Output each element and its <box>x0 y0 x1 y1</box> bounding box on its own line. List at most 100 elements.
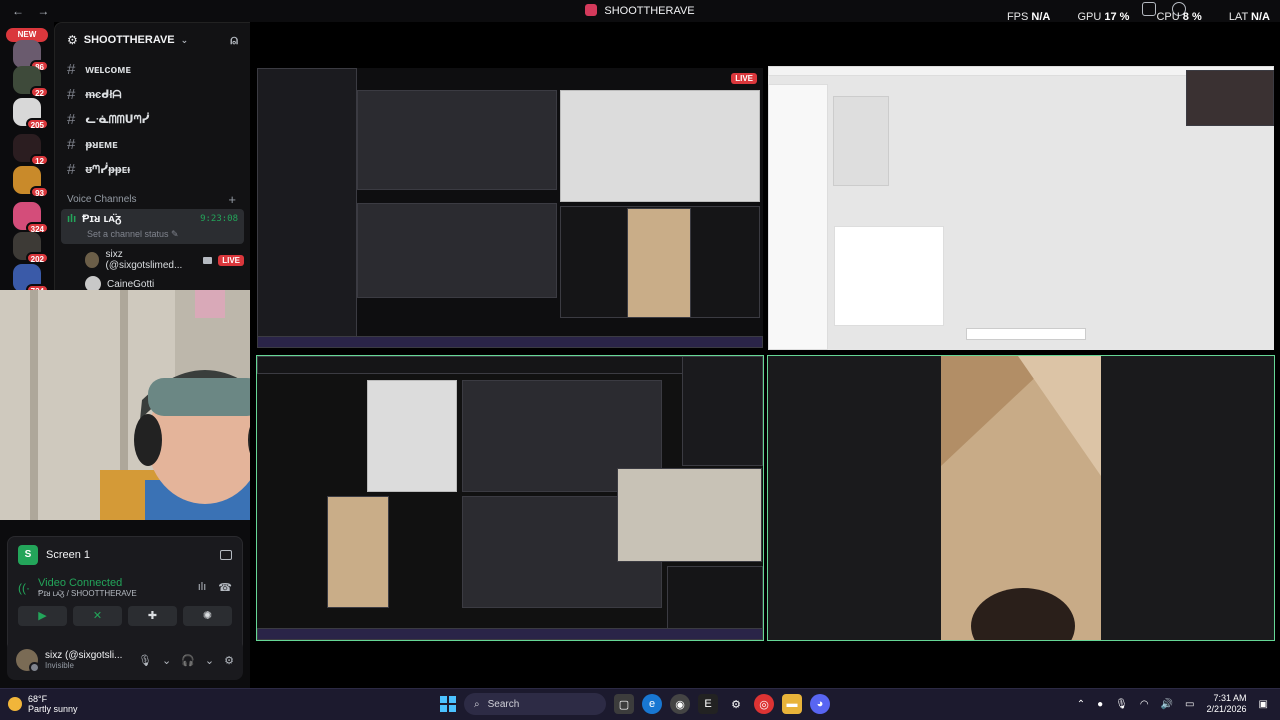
voice-buttons: ▶ ✕ ✚ ✺ <box>8 598 242 626</box>
wifi-icon[interactable]: ◠ <box>1140 699 1149 710</box>
nested-tile <box>327 496 389 608</box>
chevron-down-icon[interactable]: ⌄ <box>162 654 171 667</box>
chevron-down-icon[interactable]: ⌄ <box>205 654 214 667</box>
search-icon: ⌕ <box>474 698 480 710</box>
mention-badge: 93 <box>30 186 49 198</box>
noise-suppression-icon[interactable]: ılı <box>198 581 207 594</box>
add-channel-icon[interactable]: + <box>228 192 236 207</box>
server-icon[interactable]: 205 <box>13 98 49 130</box>
nested-tile <box>367 380 457 492</box>
nested-webcam <box>617 468 762 562</box>
task-view-icon[interactable]: ▢ <box>614 694 634 714</box>
server-icon[interactable]: 12 <box>13 134 49 166</box>
voice-panel: S Screen 1 ((· Video Connected Ᵽɪᴚ ʟᴀ̈ᵹ … <box>0 520 250 688</box>
channel-item[interactable]: # ᓚᓍᗰᗰᑌᘉᓰ <box>61 107 244 132</box>
clock-date: 2/21/2026 <box>1206 704 1247 714</box>
voice-connection: ((· Video Connected Ᵽɪᴚ ʟᴀ̈ᵹ / SHOOTTHER… <box>8 577 242 598</box>
volume-icon[interactable]: 🔊 <box>1161 699 1173 710</box>
voice-user[interactable]: sixz (@sixgotslimed... LIVE <box>85 249 244 271</box>
server-icon <box>585 4 598 16</box>
app-icon[interactable]: ◉ <box>670 694 690 714</box>
weather-temp: 68°F <box>28 694 48 704</box>
gear-icon[interactable]: ⚙ <box>224 654 234 667</box>
stream-tile[interactable] <box>256 355 764 641</box>
chevron-up-icon[interactable]: ⌃ <box>1077 699 1085 710</box>
server-header[interactable]: ⚙ SHOOTTHERAVE ⌄ ⍝ <box>55 23 250 57</box>
camera-icon <box>203 256 213 264</box>
channel-name: ᵽᴚᴇᴍᴇ <box>85 138 118 151</box>
camera-button[interactable]: ▶ <box>18 606 67 626</box>
stream-tile[interactable] <box>767 355 1275 641</box>
server-rail: NEW 86 22 205 12 93 324 202 724 <box>0 22 54 296</box>
weather-icon <box>8 697 22 711</box>
channel-name: ᓚᓍᗰᗰᑌᘉᓰ <box>85 113 150 126</box>
edge-icon[interactable]: e <box>642 694 662 714</box>
server-icon[interactable]: 724 <box>13 264 49 296</box>
settings-icon[interactable]: ⚙ <box>726 694 746 714</box>
channel-status-link[interactable]: Set a channel status ✎ <box>87 229 238 240</box>
start-button[interactable] <box>440 696 456 712</box>
server-icon[interactable]: 22 <box>13 66 49 98</box>
server-icon[interactable]: 86 <box>13 40 49 72</box>
server-icon[interactable]: 202 <box>13 232 49 264</box>
headphones-icon[interactable]: 🎧 <box>181 654 195 667</box>
nested-menu <box>834 226 944 326</box>
server-icon[interactable]: 324 <box>13 202 49 234</box>
voice-category-label: Voice Channels <box>67 194 137 205</box>
avatar[interactable] <box>16 649 40 673</box>
stream-tile[interactable] <box>768 66 1274 350</box>
nested-tile <box>357 203 557 298</box>
voice-user-name: CaineGotti <box>107 278 155 290</box>
stop-stream-icon[interactable] <box>220 550 232 560</box>
hash-icon: # <box>67 136 76 153</box>
search-placeholder: Search <box>487 698 520 710</box>
battery-icon[interactable]: ▭ <box>1185 699 1194 710</box>
screen-share-button[interactable]: ✕ <box>73 606 122 626</box>
mention-badge: 202 <box>25 252 49 264</box>
channel-item[interactable]: # ᴡᴇʟᴄᴏᴍᴇ <box>61 57 244 82</box>
file-explorer-icon[interactable]: ▬ <box>782 694 802 714</box>
discord-icon[interactable]: ◕ <box>810 694 830 714</box>
speaker-icon: ılı <box>67 213 77 225</box>
nested-tile <box>627 208 691 318</box>
voice-status[interactable]: Video Connected <box>38 577 137 589</box>
taskbar-apps: ⌕ Search ▢ e ◉ E ⚙ ◎ ▬ ◕ <box>440 693 830 715</box>
voice-channel[interactable]: ılı Ᵽɪᴚ ʟᴀ̈ᵹ 9:23:08 Set a channel statu… <box>61 209 244 244</box>
mention-badge: 12 <box>30 154 49 166</box>
channel-item[interactable]: # ᵽᴚᴇᴍᴇ <box>61 132 244 157</box>
system-tray: ⌃ ● 🎙 ◠ 🔊 ▭ 7:31 AM 2/21/2026 ▣ <box>1077 693 1268 715</box>
weather-widget[interactable]: 68°F Partly sunny <box>8 694 78 714</box>
stream-title: Screen 1 <box>46 549 91 561</box>
microphone-icon[interactable]: 🎙 <box>138 654 152 667</box>
nested-chat <box>682 356 763 466</box>
channel-item[interactable]: # ᵯєᑯłᗩ <box>61 82 244 107</box>
app-tray-icon[interactable]: ● <box>1097 699 1103 710</box>
notifications-icon[interactable]: ▣ <box>1259 699 1268 710</box>
server-logo-icon: ⚙ <box>67 33 78 47</box>
channel-item[interactable]: # ᵿᘉᓰᵽᵽᴇᵻ <box>61 157 244 182</box>
nested-taskbar <box>257 336 763 348</box>
mention-badge: 205 <box>25 118 49 130</box>
user-name[interactable]: sixz (@sixgotsli... <box>45 650 122 661</box>
nested-sidebar <box>257 68 357 338</box>
soundboard-button[interactable]: ✺ <box>183 606 232 626</box>
signal-icon: ((· <box>18 580 30 595</box>
microphone-icon[interactable]: 🎙 <box>1115 699 1128 710</box>
stream-tile[interactable]: LIVE <box>257 68 763 348</box>
server-icon[interactable]: 93 <box>13 166 49 198</box>
mention-badge: 22 <box>30 86 49 98</box>
nested-tile <box>357 90 557 190</box>
clock[interactable]: 7:31 AM 2/21/2026 <box>1207 693 1247 715</box>
search-box[interactable]: ⌕ Search <box>464 693 606 715</box>
voice-location[interactable]: Ᵽɪᴚ ʟᴀ̈ᵹ / SHOOTTHERAVE <box>38 589 137 598</box>
chrome-icon[interactable]: ◎ <box>754 694 774 714</box>
voice-category[interactable]: Voice Channels + <box>67 192 244 207</box>
window-title-text: SHOOTTHERAVE <box>604 5 695 17</box>
activities-button[interactable]: ✚ <box>128 606 177 626</box>
hash-icon: # <box>67 161 76 178</box>
disconnect-icon[interactable]: ☎ <box>218 581 232 594</box>
live-badge: LIVE <box>218 254 244 266</box>
epic-games-icon[interactable]: E <box>698 694 718 714</box>
clock-time: 7:31 AM <box>1213 693 1247 703</box>
add-user-icon[interactable]: ⍝ <box>230 32 238 48</box>
